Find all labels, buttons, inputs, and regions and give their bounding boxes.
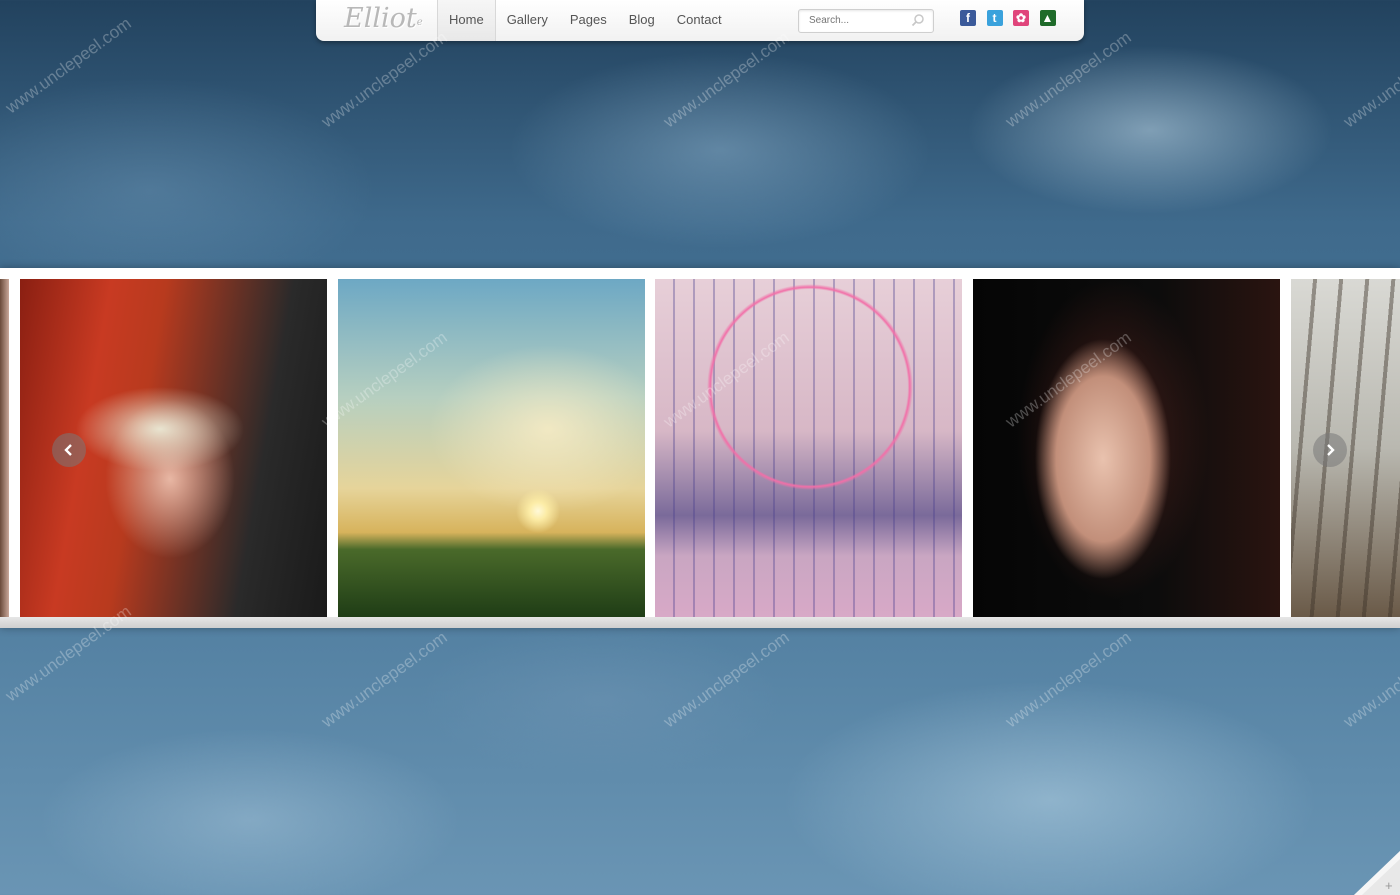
main-nav: Home Gallery Pages Blog Contact <box>437 0 733 41</box>
forrst-icon[interactable]: ▲ <box>1039 10 1056 26</box>
watermark-text: www.unclepeel.com <box>1340 27 1400 132</box>
top-navbar: Elliote Home Gallery Pages Blog Contact … <box>316 0 1084 41</box>
search-icon[interactable] <box>911 13 925 27</box>
dribbble-icon[interactable]: ✿ <box>1013 10 1029 26</box>
facebook-icon[interactable]: f <box>960 10 976 26</box>
gallery-photo-sunset-cornfield[interactable] <box>338 279 645 617</box>
gallery-photo-woman-portrait[interactable] <box>973 279 1280 617</box>
search-input[interactable] <box>799 10 909 31</box>
social-links: f t ✿ ▲ <box>960 10 1066 26</box>
nav-item-home[interactable]: Home <box>437 0 496 41</box>
gallery-next-button[interactable] <box>1313 433 1347 467</box>
logo-mark: e <box>416 17 423 28</box>
gallery-photo-partial-left[interactable] <box>0 279 9 617</box>
twitter-icon[interactable]: t <box>986 10 1003 26</box>
watermark-text: www.unclepeel.com <box>1002 627 1135 732</box>
nav-item-gallery[interactable]: Gallery <box>496 0 559 41</box>
nav-item-contact[interactable]: Contact <box>666 0 733 41</box>
logo-text: Elliot <box>344 3 417 34</box>
page-curl-corner[interactable]: + <box>1354 851 1400 895</box>
watermark-text: www.unclepeel.com <box>660 27 793 132</box>
watermark-text: www.unclepeel.com <box>1002 27 1135 132</box>
search-box <box>798 9 934 33</box>
gallery-photo-london-eye[interactable] <box>655 279 962 617</box>
nav-item-blog[interactable]: Blog <box>618 0 666 41</box>
watermark-text: www.unclepeel.com <box>318 27 451 132</box>
nav-item-pages[interactable]: Pages <box>559 0 618 41</box>
plus-icon: + <box>1385 878 1393 893</box>
watermark-text: www.unclepeel.com <box>2 13 135 118</box>
chevron-right-icon <box>1327 444 1335 456</box>
watermark-text: www.unclepeel.com <box>318 627 451 732</box>
chevron-left-icon <box>64 444 72 456</box>
watermark-text: www.unclepeel.com <box>1340 627 1400 732</box>
gallery-prev-button[interactable] <box>52 433 86 467</box>
watermark-text: www.unclepeel.com <box>660 627 793 732</box>
site-logo[interactable]: Elliote <box>344 2 436 38</box>
